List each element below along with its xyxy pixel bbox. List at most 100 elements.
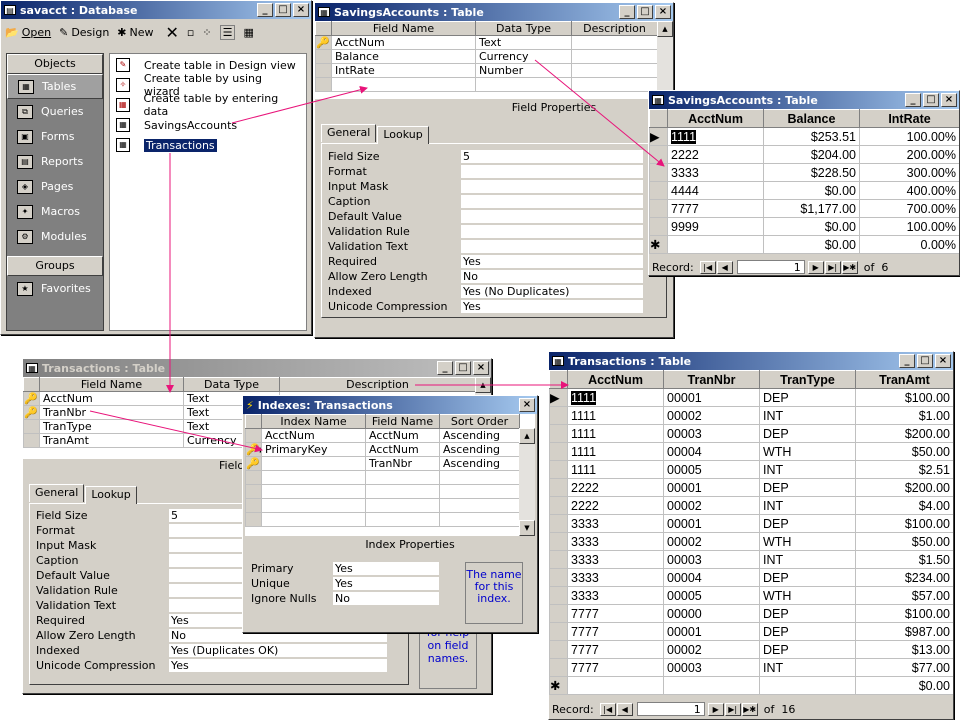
data-cell[interactable]: 100.00% xyxy=(859,217,959,236)
property-value[interactable]: Yes (No Duplicates) xyxy=(461,284,643,299)
row-selector[interactable] xyxy=(549,460,568,479)
data-cell[interactable]: 00005 xyxy=(663,586,760,605)
table-row[interactable]: 7777 00002 DEP $13.00 xyxy=(549,640,953,659)
data-cell[interactable]: $50.00 xyxy=(855,532,953,551)
data-cell[interactable]: DEP xyxy=(759,622,856,641)
description-cell[interactable] xyxy=(571,49,658,64)
table-row[interactable]: 7777 00000 DEP $100.00 xyxy=(549,604,953,623)
property-row[interactable]: Default Value xyxy=(328,209,660,224)
description-cell[interactable] xyxy=(571,35,658,50)
property-value[interactable]: Yes xyxy=(169,658,387,673)
index-name-cell[interactable] xyxy=(261,498,366,513)
data-cell[interactable]: 00003 xyxy=(663,424,760,443)
first-record-button[interactable]: |◀ xyxy=(699,260,716,274)
data-cell[interactable] xyxy=(567,676,664,695)
data-cell[interactable]: 3333 xyxy=(667,163,764,182)
new-record-button[interactable]: ▶✱ xyxy=(741,702,758,716)
data-cell[interactable]: $204.00 xyxy=(763,145,860,164)
design-button[interactable]: ✎ Design xyxy=(59,26,109,39)
list-item-transactions[interactable]: ▦ Transactions xyxy=(116,135,300,155)
property-value[interactable] xyxy=(461,239,643,254)
table-row[interactable]: 4444 $0.00 400.00% xyxy=(649,181,959,200)
row-selector[interactable] xyxy=(549,496,568,515)
sort-order-cell[interactable] xyxy=(439,484,520,499)
property-value[interactable] xyxy=(461,224,643,239)
data-cell[interactable]: 7777 xyxy=(567,604,664,623)
data-cell[interactable]: $50.00 xyxy=(855,442,953,461)
minimize-button[interactable]: _ xyxy=(257,3,273,17)
row-selector[interactable] xyxy=(245,470,262,485)
table-row[interactable]: 2222 00002 INT $4.00 xyxy=(549,496,953,515)
new-record-icon[interactable]: ✱ xyxy=(549,676,568,695)
field-name-cell[interactable]: TranAmt xyxy=(39,433,184,448)
row-selector[interactable] xyxy=(649,145,668,164)
field-name-cell[interactable] xyxy=(331,77,476,92)
row-selector[interactable] xyxy=(549,658,568,677)
row-selector[interactable] xyxy=(245,498,262,513)
table-row[interactable]: 🔑 AcctNum Text xyxy=(315,35,658,50)
data-cell[interactable]: $100.00 xyxy=(855,604,953,623)
table-row[interactable]: 7777 $1,177.00 700.00% xyxy=(649,199,959,218)
row-selector[interactable] xyxy=(549,604,568,623)
column-header[interactable]: TranNbr xyxy=(663,370,760,389)
table-row[interactable]: 3333 00005 WTH $57.00 xyxy=(549,586,953,605)
objects-item-tables[interactable]: ▦ Tables xyxy=(7,74,103,99)
description-cell[interactable] xyxy=(571,77,658,92)
objects-item-modules[interactable]: ⚙ Modules xyxy=(7,224,103,249)
new-record-icon[interactable]: ✱ xyxy=(649,235,668,254)
table-row[interactable]: 1111 00005 INT $2.51 xyxy=(549,460,953,479)
row-selector[interactable] xyxy=(549,640,568,659)
property-value[interactable]: Yes xyxy=(461,254,643,269)
field-name-cell[interactable] xyxy=(365,512,440,527)
row-selector[interactable] xyxy=(549,424,568,443)
data-cell[interactable]: 300.00% xyxy=(859,163,959,182)
property-row[interactable]: Required Yes xyxy=(328,254,660,269)
sort-order-cell[interactable] xyxy=(439,498,520,513)
field-name-cell[interactable]: AcctNum xyxy=(331,35,476,50)
data-cell[interactable]: 3333 xyxy=(567,568,664,587)
data-cell[interactable]: INT xyxy=(759,496,856,515)
row-selector[interactable] xyxy=(23,419,40,434)
property-row[interactable]: Format xyxy=(328,164,660,179)
data-cell[interactable]: INT xyxy=(759,460,856,479)
data-cell[interactable]: 00001 xyxy=(663,478,760,497)
column-header[interactable]: TranAmt xyxy=(855,370,953,389)
data-cell[interactable] xyxy=(759,676,856,695)
last-record-button[interactable]: ▶| xyxy=(824,260,841,274)
primary-key-icon[interactable]: 🔑 xyxy=(315,35,332,50)
groups-item-favorites[interactable]: ★ Favorites xyxy=(7,276,103,301)
property-row[interactable]: Unicode Compression Yes xyxy=(328,299,660,314)
sort-order-cell[interactable] xyxy=(439,470,520,485)
row-selector[interactable] xyxy=(549,622,568,641)
property-value[interactable]: No xyxy=(461,269,643,284)
table-row[interactable]: 2222 00001 DEP $200.00 xyxy=(549,478,953,497)
data-cell[interactable]: 00002 xyxy=(663,406,760,425)
table-row[interactable]: 3333 00004 DEP $234.00 xyxy=(549,568,953,587)
sort-order-cell[interactable]: Ascending xyxy=(439,456,520,471)
data-cell[interactable]: 700.00% xyxy=(859,199,959,218)
data-cell[interactable]: WTH xyxy=(759,532,856,551)
indexes-scrollbar[interactable]: ▲ ▼ xyxy=(519,428,535,536)
prev-record-button[interactable]: ◀ xyxy=(716,260,733,274)
database-titlebar[interactable]: ▤ savacct : Database _ □ × xyxy=(1,1,311,19)
index-name-cell[interactable] xyxy=(261,470,366,485)
close-button[interactable]: × xyxy=(655,5,671,19)
groups-header[interactable]: Groups xyxy=(7,256,103,276)
primary-key-icon[interactable]: 🔑 xyxy=(245,456,262,471)
data-cell[interactable]: WTH xyxy=(759,586,856,605)
field-name-cell[interactable] xyxy=(365,498,440,513)
open-button[interactable]: 📂 Open xyxy=(5,26,51,39)
table-row[interactable] xyxy=(245,512,520,527)
data-cell[interactable]: 00002 xyxy=(663,532,760,551)
data-cell[interactable]: 00003 xyxy=(663,550,760,569)
property-value[interactable] xyxy=(461,164,643,179)
data-cell[interactable]: $1.50 xyxy=(855,550,953,569)
new-record-button[interactable]: ▶✱ xyxy=(841,260,858,274)
table-row[interactable]: Balance Currency xyxy=(315,49,658,64)
field-name-cell[interactable]: AcctNum xyxy=(39,391,184,406)
data-cell[interactable]: INT xyxy=(759,406,856,425)
record-number-input[interactable]: 1 xyxy=(736,260,805,274)
data-cell[interactable]: $200.00 xyxy=(855,478,953,497)
tr-design-titlebar[interactable]: ▦ Transactions : Table _ □ × xyxy=(23,359,491,377)
delete-button[interactable]: ✕ xyxy=(166,23,179,42)
